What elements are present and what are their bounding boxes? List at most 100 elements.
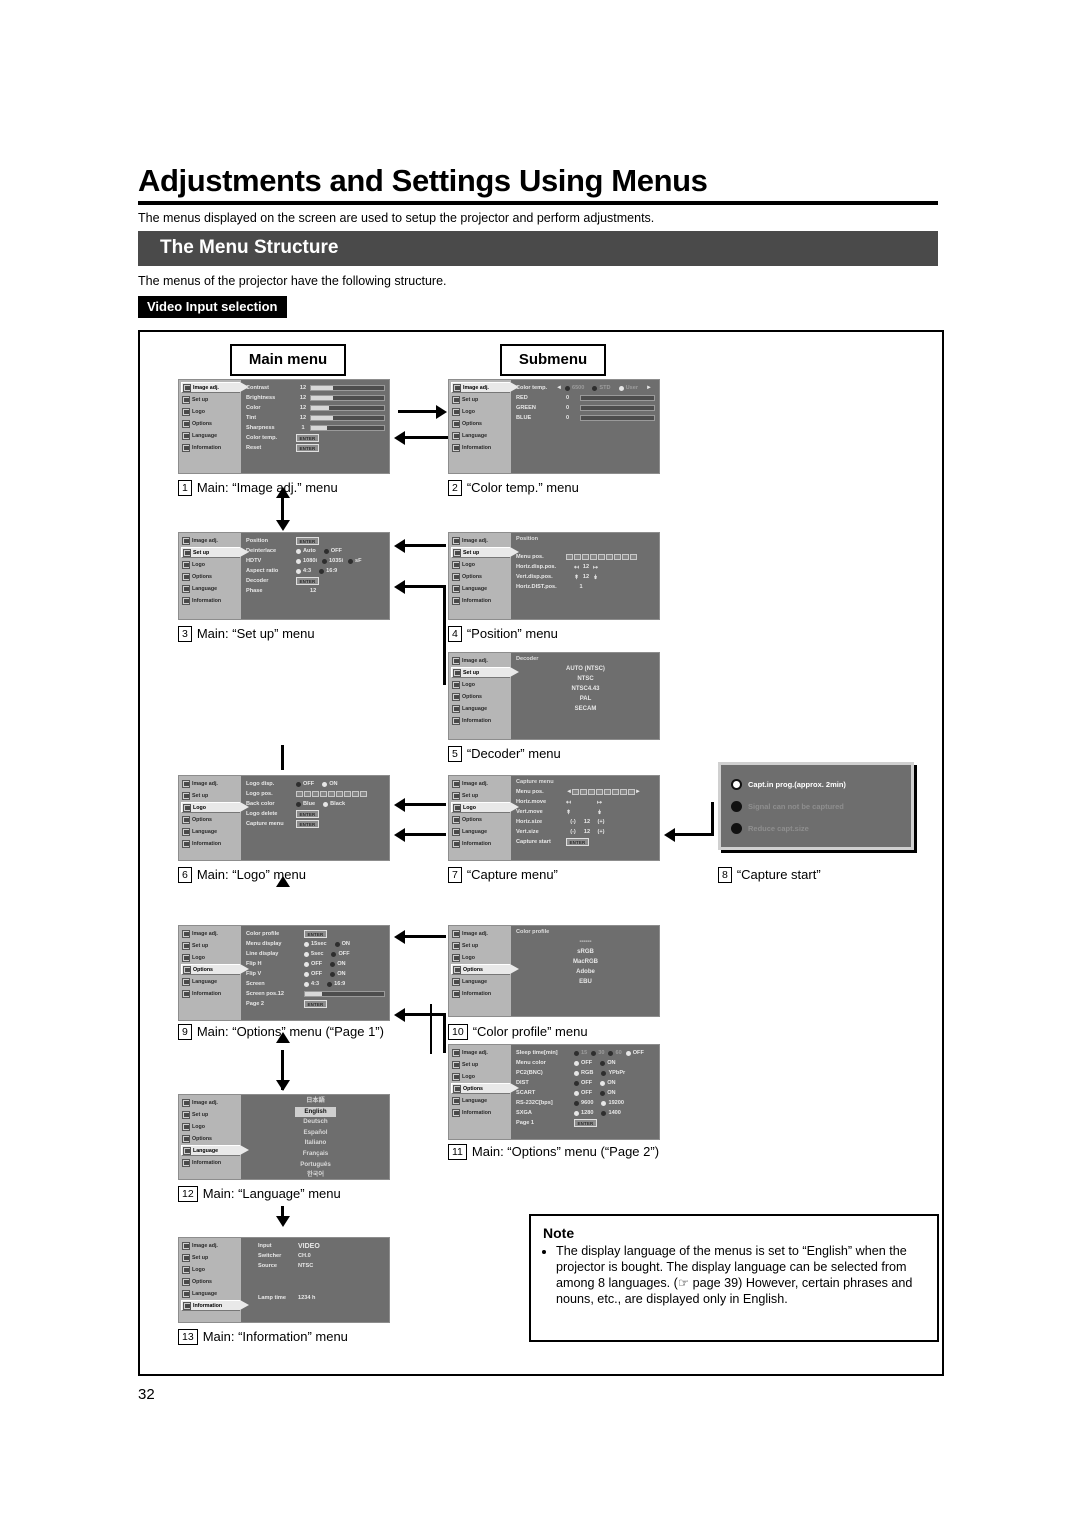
menu-row-deinterlace[interactable]: Deinterlace Auto OFF [246,546,385,556]
radio-dot[interactable] [330,961,336,967]
sidebar-item-image-adj[interactable]: Image adj. [181,778,240,789]
menu-row-logo-disp[interactable]: Logo disp. OFF ON [246,779,385,789]
sidebar-item-set-up[interactable]: Set up [451,940,510,951]
sidebar-item-logo[interactable]: Logo [451,952,510,963]
sidebar-item-logo[interactable]: Logo [181,1264,240,1275]
panel-color-profile[interactable]: Image adj. Set up Logo Options Language … [448,925,660,1017]
sidebar-item-set-up[interactable]: Set up [451,394,510,405]
menu-row-capture-start[interactable]: Capture start ENTER [516,837,655,847]
enter-button[interactable]: ENTER [566,838,589,846]
menu-row-sxga[interactable]: SXGA 1280 1400 [516,1108,655,1118]
menu-row-flip-v[interactable]: Flip V OFF ON [246,969,385,979]
sidebar-item-options[interactable]: Options [451,814,510,825]
radio-dot[interactable] [334,941,340,947]
move-down-icon[interactable]: ↡ [593,574,598,581]
sidebar[interactable]: Image adj. Set up Logo Options Language … [179,926,241,1020]
sidebar-item-language[interactable]: Language [451,1095,510,1106]
sidebar-item-image-adj[interactable]: Image adj. [451,928,510,939]
language-option-french[interactable]: Français [246,1149,385,1160]
sidebar-item-set-up[interactable]: Set up [181,547,240,558]
sidebar-item-language[interactable]: Language [181,1288,240,1299]
color-profile-option-macrgb[interactable]: MacRGB [516,957,655,967]
menu-row-contrast[interactable]: Contrast 12 [246,383,385,393]
decoder-option-secam[interactable]: SECAM [516,704,655,714]
slider-green[interactable] [580,405,655,411]
radio-dot[interactable] [323,548,329,554]
color-profile-option-srgb[interactable]: sRGB [516,947,655,957]
sidebar-item-image-adj[interactable]: Image adj. [451,382,510,393]
sidebar-item-image-adj[interactable]: Image adj. [181,535,240,546]
sidebar-item-image-adj[interactable]: Image adj. [181,1097,240,1108]
sidebar-item-options[interactable]: Options [181,1133,240,1144]
menu-row-sharpness[interactable]: Sharpness 1 [246,423,385,433]
radio-dot[interactable] [296,548,301,554]
move-right-icon[interactable]: ↦ [597,799,602,806]
sidebar[interactable]: Image adj. Set up Logo Options Language … [449,776,511,860]
sidebar-item-image-adj[interactable]: Image adj. [181,1240,240,1251]
slider-color[interactable] [310,405,385,411]
panel-color-temp[interactable]: Image adj. Set up Logo Options Language … [448,379,660,474]
panel-options-page2[interactable]: Image adj. Set up Logo Options Language … [448,1044,660,1140]
sidebar-item-language[interactable]: Language [451,703,510,714]
radio-dot[interactable] [574,1080,579,1086]
sidebar-item-set-up[interactable]: Set up [451,790,510,801]
language-option-german[interactable]: Deutsch [246,1117,385,1128]
menu-row-vert-size[interactable]: Vert.size (-) 12 (+) [516,827,655,837]
language-option-japanese[interactable]: 日本語 [246,1096,385,1107]
sidebar-item-information[interactable]: Information [451,442,510,453]
radio-dot[interactable] [591,1050,597,1056]
enter-button[interactable]: ENTER [296,434,319,442]
sidebar-item-options[interactable]: Options [181,418,240,429]
radio-dot[interactable] [330,971,336,977]
radio-dot[interactable] [574,1060,579,1066]
sidebar-item-options[interactable]: Options [451,691,510,702]
sidebar-item-language[interactable]: Language [451,976,510,987]
sidebar-item-options[interactable]: Options [451,418,510,429]
sidebar-item-options[interactable]: Options [451,964,510,975]
color-profile-option-none[interactable]: ------ [516,937,655,947]
menu-row-color-temp[interactable]: Color temp. ENTER [246,433,385,443]
panel-set-up[interactable]: Image adj. Set up Logo Options Language … [178,532,390,620]
sidebar-item-information[interactable]: Information [181,988,240,999]
sidebar-item-image-adj[interactable]: Image adj. [451,655,510,666]
sidebar-item-information[interactable]: Information [181,1157,240,1168]
radio-dot[interactable] [574,1070,579,1076]
menu-row-page-1[interactable]: Page 1 ENTER [516,1118,655,1128]
menu-row-menu-pos[interactable]: Menu pos. ◄ ► [516,787,655,797]
radio-dot[interactable] [625,1050,631,1056]
position-selector[interactable] [296,791,367,797]
menu-row-tint[interactable]: Tint 12 [246,413,385,423]
radio-dot[interactable] [600,1060,606,1066]
radio-dot[interactable] [296,568,301,574]
sidebar-item-information[interactable]: Information [181,442,240,453]
sidebar-item-information[interactable]: Information [451,595,510,606]
sidebar-item-image-adj[interactable]: Image adj. [181,382,240,393]
menu-row-hdtv[interactable]: HDTV 1080i 1035i sF [246,556,385,566]
sidebar-item-language[interactable]: Language [451,826,510,837]
sidebar-item-logo[interactable]: Logo [181,1121,240,1132]
move-up-icon[interactable]: ↟ [566,809,571,816]
radio-dot[interactable] [574,1110,579,1116]
dialog-capture-start[interactable]: Capt.in prog.(approx. 2min) Signal can n… [718,762,914,850]
sidebar-item-options[interactable]: Options [181,571,240,582]
menu-row-line-display[interactable]: Line display 5sec OFF [246,949,385,959]
menu-row-blue[interactable]: BLUE 0 [516,413,655,423]
sidebar-item-set-up[interactable]: Set up [181,790,240,801]
enter-button[interactable]: ENTER [296,820,319,828]
menu-row-vert-disp-pos[interactable]: Vert.disp.pos. ↟ 12 ↡ [516,572,655,582]
panel-logo[interactable]: Image adj. Set up Logo Options Language … [178,775,390,861]
slider-red[interactable] [580,395,655,401]
sidebar-item-image-adj[interactable]: Image adj. [451,778,510,789]
sidebar-item-set-up[interactable]: Set up [451,1059,510,1070]
menu-row-aspect-ratio[interactable]: Aspect ratio 4:3 16:9 [246,566,385,576]
sidebar-item-logo[interactable]: Logo [451,1071,510,1082]
radio-dot[interactable] [601,1070,607,1076]
enter-button[interactable]: ENTER [296,537,319,545]
menu-row-horiz-disp-pos[interactable]: Horiz.disp.pos. ↤ 12 ↦ [516,562,655,572]
menu-row-decoder[interactable]: Decoder ENTER [246,576,385,586]
sidebar-item-options[interactable]: Options [451,1083,510,1094]
radio-dot[interactable] [304,961,309,967]
menu-row-horiz-size[interactable]: Horiz.size (-) 12 (+) [516,817,655,827]
menu-row-rs232c[interactable]: RS-232C[bps] 9600 19200 [516,1098,655,1108]
sidebar-item-set-up[interactable]: Set up [181,1252,240,1263]
